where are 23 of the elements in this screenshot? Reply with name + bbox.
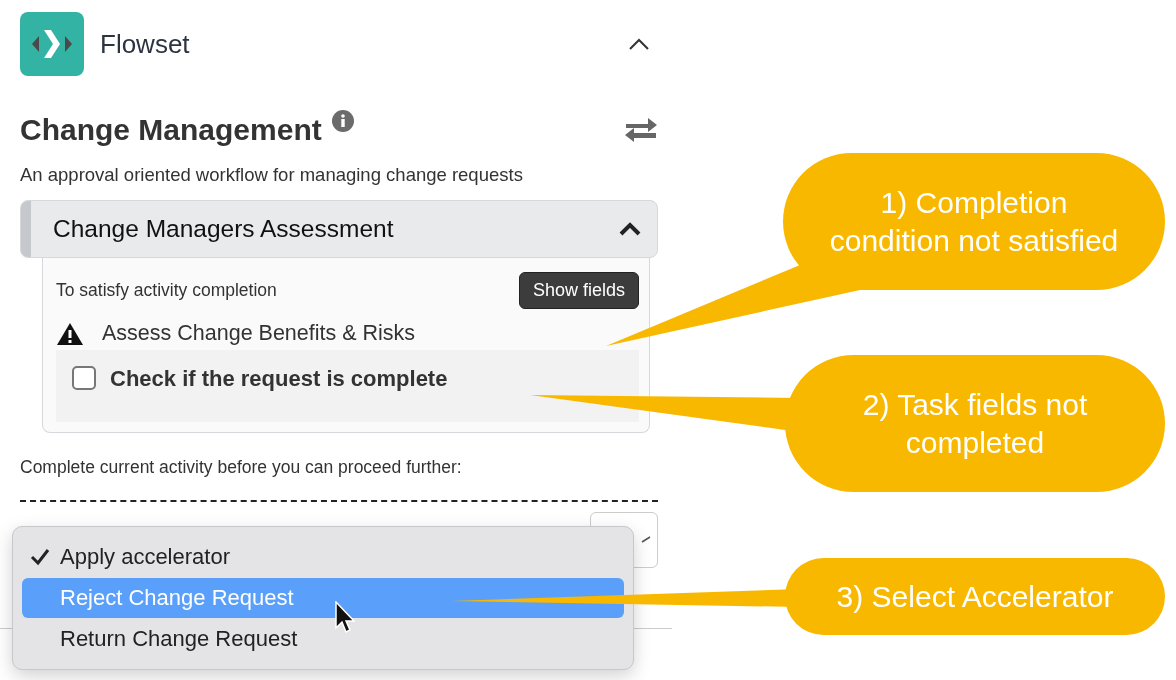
callout-text: 3) Select Accelerator <box>836 578 1114 615</box>
collapse-icon[interactable] <box>628 37 650 51</box>
chevron-icon[interactable] <box>619 222 641 236</box>
activity-title: Change Managers Assessment <box>53 215 395 243</box>
workflow-title: Change Management <box>20 113 322 147</box>
menu-item[interactable]: Return Change Request <box>22 619 624 659</box>
swap-icon[interactable] <box>624 116 658 144</box>
app-name: Flowset <box>100 28 191 60</box>
proceed-note: Complete current activity before you can proceed further: <box>20 457 463 478</box>
checkbox[interactable] <box>72 366 96 390</box>
callout-text: 2) Task fields not completed <box>862 386 1088 461</box>
show-fields-button[interactable]: Show fields <box>518 272 639 309</box>
completion-prompt: To satisfy activity completion <box>56 280 277 301</box>
activity-status-stripe <box>21 201 31 257</box>
menu-item[interactable]: Apply accelerator <box>22 537 624 577</box>
callout-text: 1) Completion condition not satisfied <box>829 184 1119 259</box>
task-title: Assess Change Benefits & Risks <box>102 321 416 346</box>
app-logo-icon <box>20 12 84 76</box>
info-icon[interactable] <box>331 110 354 132</box>
workflow-description: An approval oriented workflow for managing change requests <box>20 164 524 186</box>
caret-icon <box>641 536 651 544</box>
field-label: Check if the request is complete <box>110 366 448 392</box>
activity-header[interactable]: Change Managers Assessment <box>20 200 658 258</box>
